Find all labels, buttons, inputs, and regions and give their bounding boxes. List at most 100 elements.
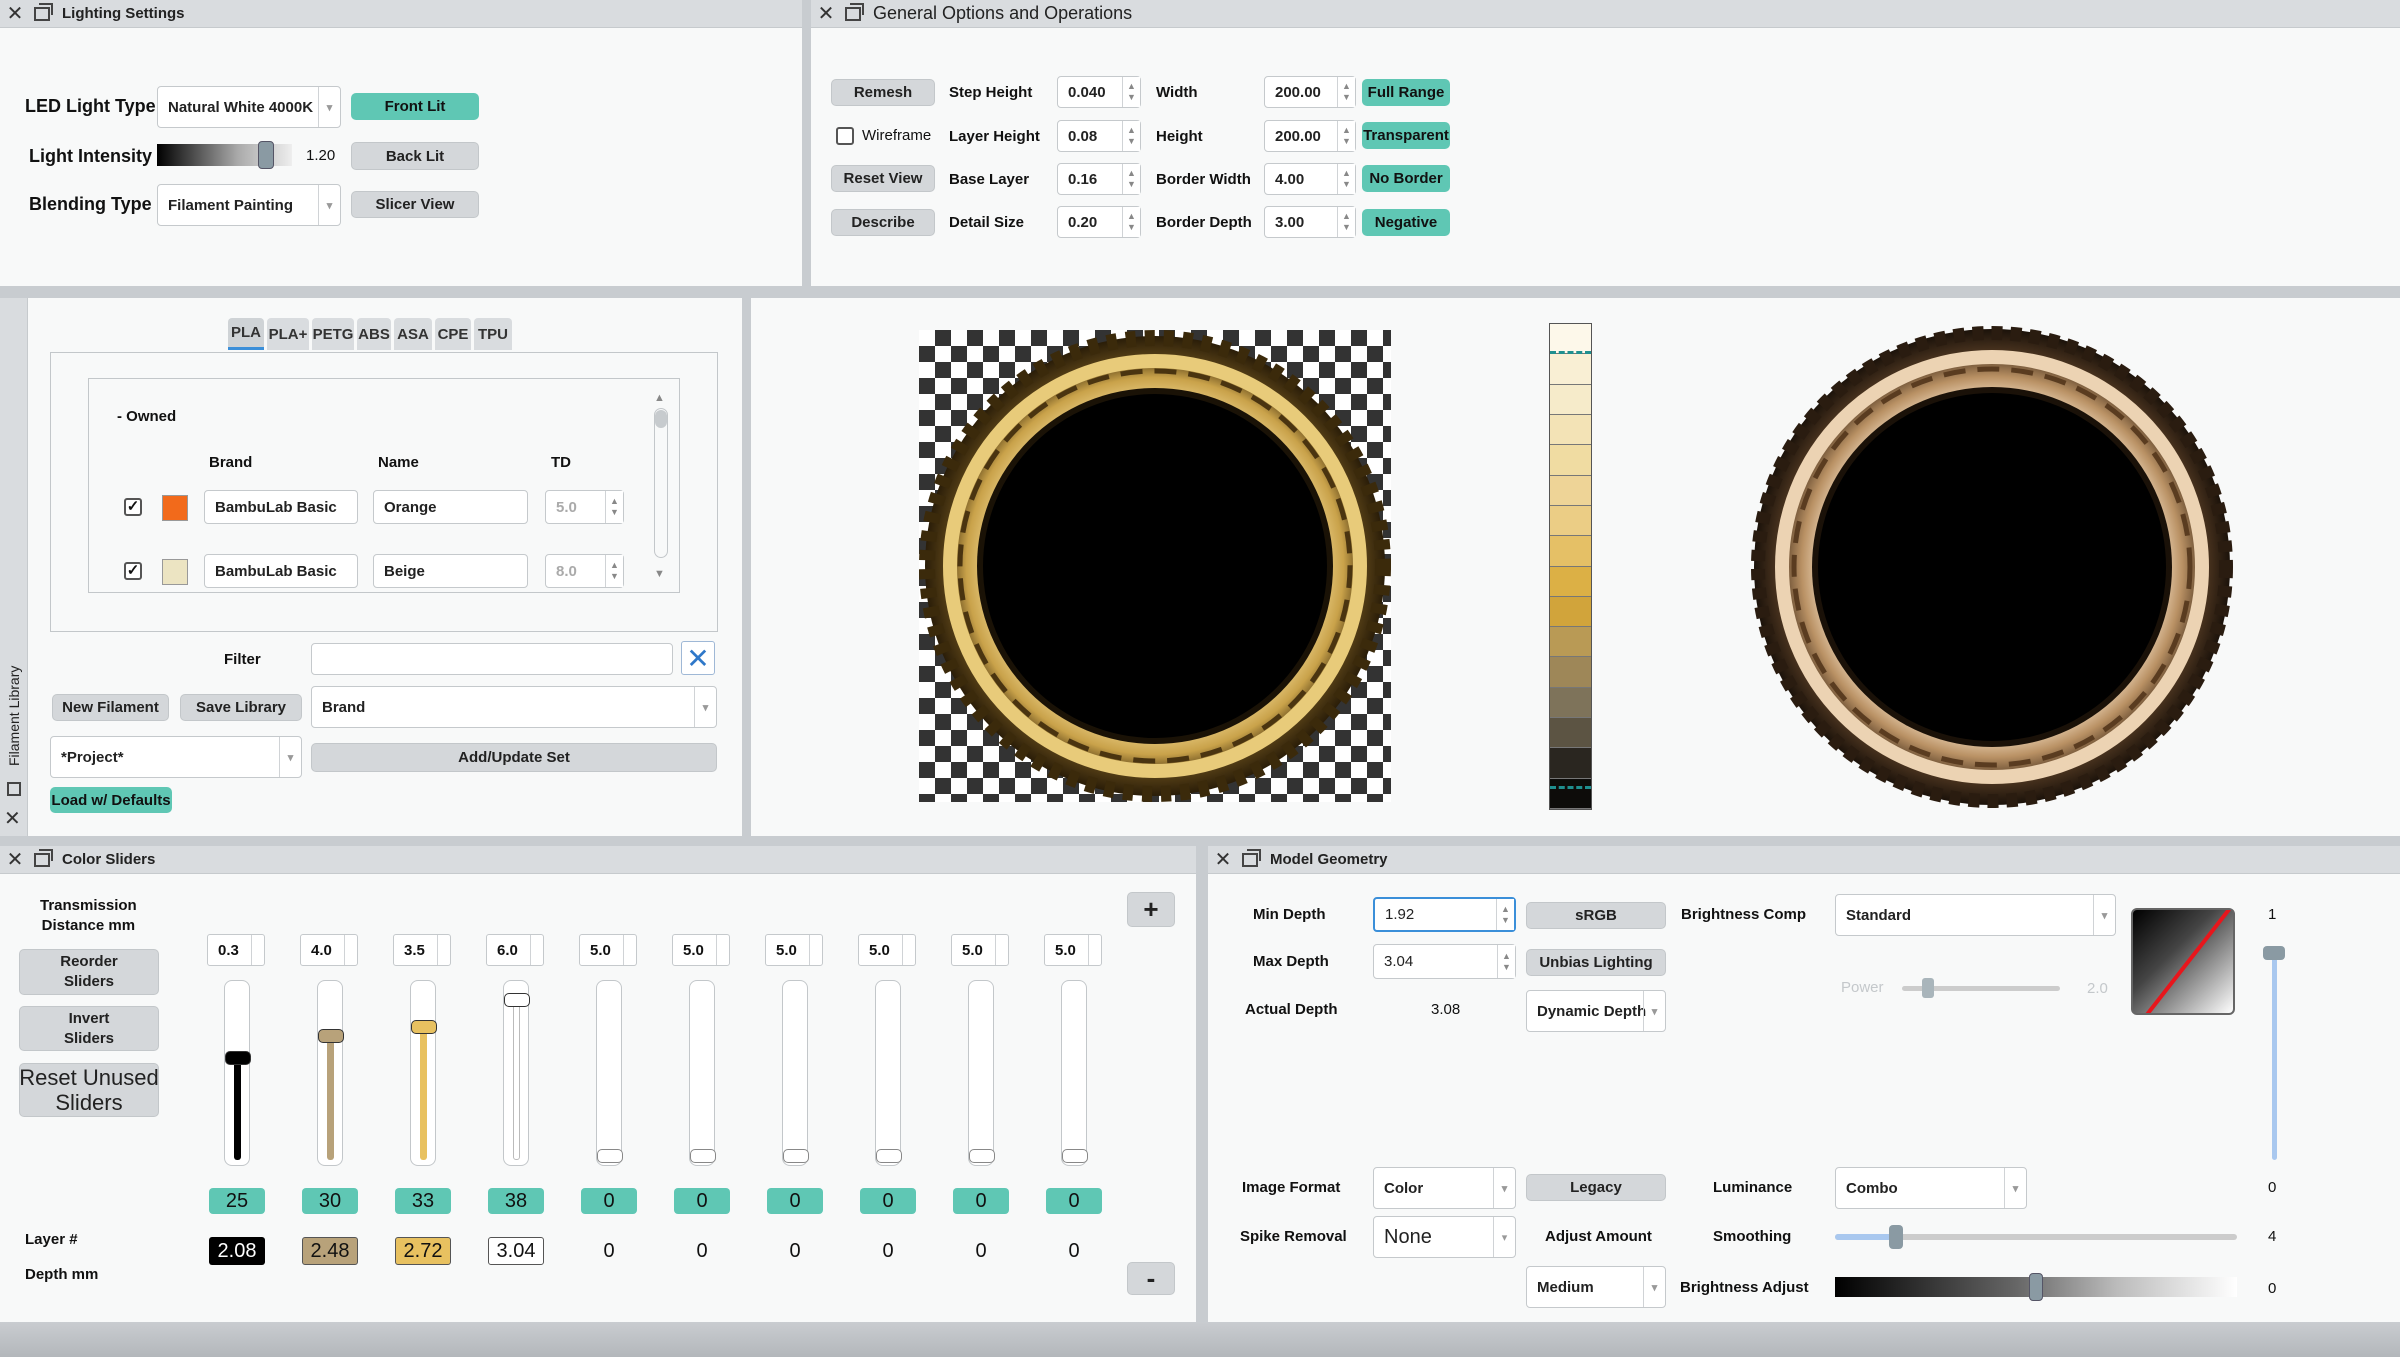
save-library-button[interactable]: Save Library — [180, 694, 302, 721]
describe-button[interactable]: Describe — [831, 209, 935, 236]
color-slider-handle[interactable] — [783, 1149, 809, 1163]
negative-toggle[interactable]: Negative — [1362, 209, 1450, 236]
brightness-adjust-slider[interactable] — [1835, 1273, 2237, 1301]
filament-name-field[interactable]: Orange — [373, 490, 528, 524]
luminance-select[interactable]: Combo ▾ — [1835, 1167, 2027, 1209]
float-window-icon[interactable] — [1242, 848, 1261, 867]
transmission-distance-input[interactable]: 5.0 — [951, 934, 1009, 966]
color-slider[interactable] — [596, 980, 623, 1166]
color-swatch-none[interactable] — [2131, 908, 2235, 1015]
color-slider-handle[interactable] — [1062, 1149, 1088, 1163]
new-filament-button[interactable]: New Filament — [52, 694, 169, 721]
close-icon[interactable]: ✕ — [4, 849, 26, 871]
front-lit-button[interactable]: Front Lit — [351, 93, 479, 120]
filament-brand-field[interactable]: BambuLab Basic — [204, 554, 358, 588]
remove-slider-button[interactable]: - — [1127, 1262, 1175, 1295]
scroll-thumb[interactable] — [655, 410, 667, 428]
scroll-up-icon[interactable]: ▲ — [654, 392, 665, 404]
led-light-type-select[interactable]: Natural White 4000K ▾ — [157, 86, 341, 128]
intensity-slider-handle[interactable] — [258, 141, 275, 169]
spinner-icon[interactable]: ▲ ▼ — [1122, 77, 1140, 107]
filament-layer-strip[interactable] — [1549, 323, 1592, 810]
min-depth-input[interactable]: 1.92 ▲ ▼ — [1373, 897, 1516, 932]
float-window-icon[interactable] — [34, 848, 53, 867]
tab-tpu[interactable]: TPU — [474, 318, 512, 350]
transmission-distance-input[interactable]: 3.5 — [393, 934, 451, 966]
panel-splitter[interactable] — [742, 298, 751, 836]
tab-asa[interactable]: ASA — [394, 318, 432, 350]
close-icon[interactable]: ✕ — [4, 3, 26, 25]
brightness-comp-select[interactable]: Standard ▾ — [1835, 894, 2116, 936]
vertical-range-handle[interactable] — [2263, 946, 2285, 960]
max-depth-input[interactable]: 3.04 ▲ ▼ — [1373, 944, 1516, 979]
filament-color-swatch[interactable] — [162, 559, 188, 585]
project-select[interactable]: *Project* ▾ — [50, 736, 302, 778]
transmission-distance-input[interactable]: 5.0 — [765, 934, 823, 966]
transparent-toggle[interactable]: Transparent — [1362, 122, 1450, 149]
dynamic-depth-select[interactable]: Dynamic Depth ▾ — [1526, 990, 1666, 1032]
spinner-icon[interactable]: ▲ ▼ — [1497, 945, 1515, 978]
color-slider-handle[interactable] — [318, 1028, 344, 1043]
add-slider-button[interactable]: + — [1127, 892, 1175, 927]
list-scrollbar[interactable]: ▲ ▼ — [652, 392, 670, 582]
color-slider-handle[interactable] — [597, 1149, 623, 1163]
spinner-icon[interactable]: ▲ ▼ — [605, 555, 623, 587]
source-image-preview[interactable] — [919, 330, 1391, 802]
filament-td-field[interactable]: 5.0 ▲ ▼ — [545, 490, 624, 524]
filament-brand-field[interactable]: BambuLab Basic — [204, 490, 358, 524]
wireframe-checkbox[interactable] — [836, 127, 854, 145]
tab-pla-plus[interactable]: PLA+ — [267, 318, 309, 350]
color-slider[interactable] — [689, 980, 716, 1166]
detail-size-input[interactable]: 0.20 ▲ ▼ — [1057, 206, 1141, 238]
panel-splitter[interactable] — [0, 836, 2400, 846]
smoothing-handle[interactable] — [1889, 1225, 1904, 1249]
tab-petg[interactable]: PETG — [312, 318, 354, 350]
color-slider-handle[interactable] — [504, 993, 530, 1007]
color-slider-handle[interactable] — [690, 1149, 716, 1163]
spinner-icon[interactable]: ▲ ▼ — [1122, 164, 1140, 194]
back-lit-button[interactable]: Back Lit — [351, 142, 479, 170]
reset-unused-sliders-button[interactable]: Reset Unused Sliders — [19, 1063, 159, 1117]
panel-splitter[interactable] — [1196, 846, 1208, 1322]
spinner-icon[interactable]: ▲ ▼ — [1337, 207, 1355, 237]
filter-input[interactable] — [311, 643, 673, 675]
smoothing-slider[interactable] — [1835, 1225, 2237, 1249]
step-height-input[interactable]: 0.040 ▲ ▼ — [1057, 76, 1141, 108]
spinner-icon[interactable]: ▲ ▼ — [1337, 121, 1355, 151]
width-input[interactable]: 200.00 ▲ ▼ — [1264, 76, 1356, 108]
color-slider[interactable] — [875, 980, 902, 1166]
color-slider[interactable] — [968, 980, 995, 1166]
transmission-distance-input[interactable]: 6.0 — [486, 934, 544, 966]
adjust-amount-select[interactable]: Medium ▾ — [1526, 1266, 1666, 1308]
height-input[interactable]: 200.00 ▲ ▼ — [1264, 120, 1356, 152]
close-icon[interactable]: ✕ — [815, 3, 837, 25]
scroll-down-icon[interactable]: ▼ — [654, 568, 665, 580]
no-border-toggle[interactable]: No Border — [1362, 165, 1450, 192]
sort-by-select[interactable]: Brand ▾ — [311, 686, 717, 728]
layer-height-input[interactable]: 0.08 ▲ ▼ — [1057, 120, 1141, 152]
slicer-view-button[interactable]: Slicer View — [351, 191, 479, 218]
remesh-button[interactable]: Remesh — [831, 79, 935, 106]
load-defaults-button[interactable]: Load w/ Defaults — [50, 787, 172, 813]
transmission-distance-input[interactable]: 4.0 — [300, 934, 358, 966]
row-checkbox[interactable]: ✓ — [124, 562, 142, 580]
color-slider-handle[interactable] — [225, 1050, 251, 1065]
spinner-icon[interactable]: ▲ ▼ — [1122, 207, 1140, 237]
vertical-range-slider[interactable] — [2263, 944, 2285, 1160]
reset-view-button[interactable]: Reset View — [831, 165, 935, 192]
blending-type-select[interactable]: Filament Painting ▾ — [157, 184, 341, 226]
srgb-button[interactable]: sRGB — [1526, 902, 1666, 929]
unbias-lighting-button[interactable]: Unbias Lighting — [1526, 949, 1666, 976]
float-window-icon[interactable] — [7, 782, 21, 796]
color-slider[interactable] — [224, 980, 251, 1166]
filament-name-field[interactable]: Beige — [373, 554, 528, 588]
color-slider-handle[interactable] — [411, 1019, 437, 1034]
image-format-select[interactable]: Color ▾ — [1373, 1167, 1516, 1209]
transmission-distance-input[interactable]: 5.0 — [672, 934, 730, 966]
filament-color-swatch[interactable] — [162, 495, 188, 521]
group-owned[interactable]: - Owned — [117, 408, 176, 425]
base-layer-input[interactable]: 0.16 ▲ ▼ — [1057, 163, 1141, 195]
spinner-icon[interactable]: ▲ ▼ — [1337, 164, 1355, 194]
tab-pla[interactable]: PLA — [228, 318, 264, 350]
color-slider-handle[interactable] — [969, 1149, 995, 1163]
